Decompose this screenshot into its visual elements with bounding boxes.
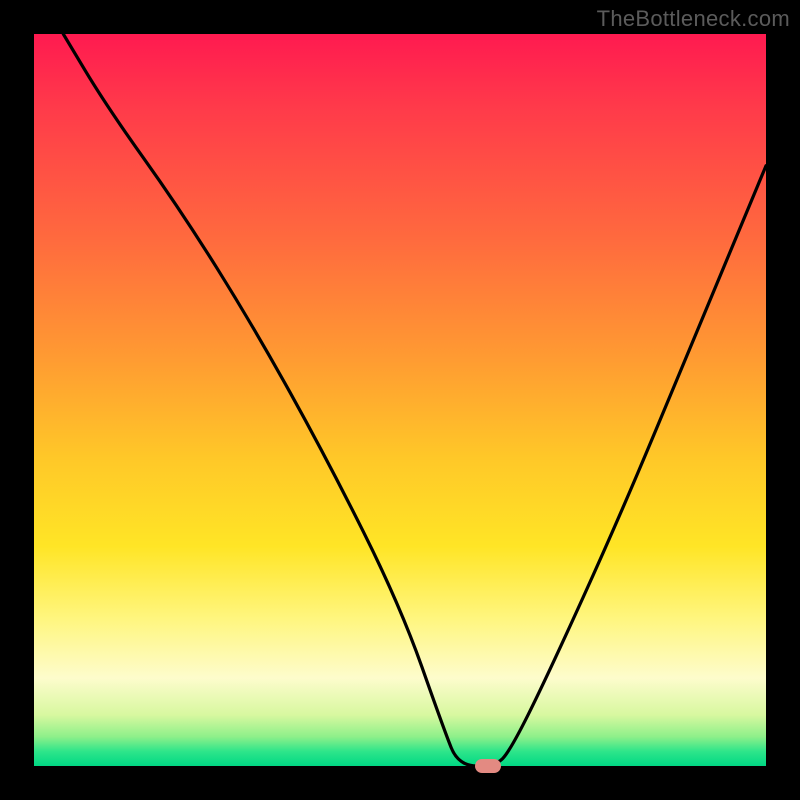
optimal-marker	[475, 759, 501, 773]
bottleneck-curve-path	[63, 34, 766, 766]
line-chart-svg	[34, 34, 766, 766]
chart-frame: TheBottleneck.com	[0, 0, 800, 800]
watermark-text: TheBottleneck.com	[597, 6, 790, 32]
plot-area	[34, 34, 766, 766]
